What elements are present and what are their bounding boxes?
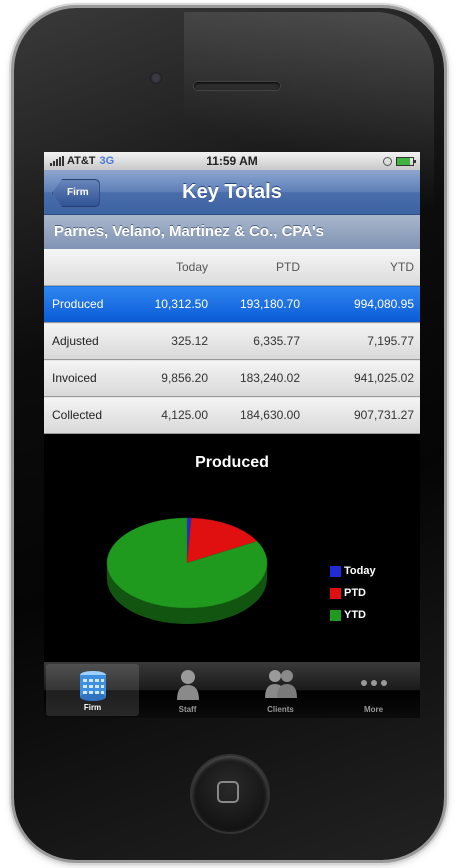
legend-label: Today: [344, 565, 376, 577]
table-header-row: Today PTD YTD: [44, 249, 420, 286]
tab-label: Staff: [178, 705, 197, 714]
database-icon: [79, 671, 106, 701]
cell-ptd: 193,180.70: [214, 285, 306, 323]
legend-swatch-ptd: [330, 587, 341, 599]
table-row-invoiced[interactable]: Invoiced 9,856.20 183,240.02 941,025.02: [44, 359, 420, 397]
group-icon: [264, 670, 297, 698]
cell-ptd: 6,335.77: [214, 322, 306, 360]
cell-today: 4,125.00: [134, 396, 214, 434]
tab-label: Firm: [83, 703, 102, 712]
table-row-collected[interactable]: Collected 4,125.00 184,630.00 907,731.27: [44, 396, 420, 434]
cell-ptd: 183,240.02: [214, 359, 306, 397]
cell-today: 10,312.50: [134, 285, 214, 323]
navigation-bar: Firm Key Totals: [44, 170, 420, 215]
legend-swatch-ytd: [330, 609, 341, 621]
status-time: 11:59 AM: [206, 154, 258, 168]
legend-item-today: Today: [330, 560, 376, 582]
battery-icon: [396, 156, 416, 166]
tab-label: Clients: [267, 705, 294, 714]
column-header-today: Today: [134, 249, 214, 286]
home-square-icon: [217, 781, 239, 803]
cell-ptd: 184,630.00: [214, 396, 306, 434]
cell-ytd: 994,080.95: [306, 285, 420, 323]
column-header-ptd: PTD: [214, 249, 306, 286]
tab-more[interactable]: More: [327, 662, 420, 718]
cell-ytd: 907,731.27: [306, 396, 420, 434]
pie-chart: [106, 517, 268, 624]
tab-label: More: [363, 705, 384, 714]
legend-item-ytd: YTD: [330, 604, 376, 626]
tab-bar: Firm Staff Clients More: [44, 662, 420, 718]
tab-clients[interactable]: Clients: [234, 662, 327, 718]
cell-ytd: 941,025.02: [306, 359, 420, 397]
row-label: Adjusted: [44, 322, 134, 360]
pie-chart-panel: Produced Today PTD YTD: [44, 448, 420, 662]
column-header-ytd: YTD: [306, 249, 420, 286]
tab-firm[interactable]: Firm: [46, 664, 139, 716]
legend-item-ptd: PTD: [330, 582, 376, 604]
ellipsis-icon: [360, 680, 387, 686]
page-title: Key Totals: [182, 181, 282, 203]
person-icon: [176, 670, 199, 700]
row-label: Invoiced: [44, 359, 134, 397]
legend-swatch-today: [330, 565, 341, 577]
firm-name-header: Parnes, Velano, Martinez & Co., CPA's: [44, 215, 420, 249]
chart-legend: Today PTD YTD: [330, 560, 376, 626]
cell-today: 325.12: [134, 322, 214, 360]
legend-label: PTD: [344, 587, 366, 599]
alarm-icon: [383, 156, 392, 166]
cell-today: 9,856.20: [134, 359, 214, 397]
legend-label: YTD: [344, 609, 366, 621]
tab-staff[interactable]: Staff: [141, 662, 234, 718]
home-button[interactable]: [192, 756, 268, 832]
status-bar: AT&T 3G 11:59 AM: [44, 152, 420, 170]
totals-table: Today PTD YTD Produced 10,312.50 193,180…: [44, 249, 420, 434]
cell-ytd: 7,195.77: [306, 322, 420, 360]
row-label: Collected: [44, 396, 134, 434]
table-row-adjusted[interactable]: Adjusted 325.12 6,335.77 7,195.77: [44, 322, 420, 360]
table-row-produced[interactable]: Produced 10,312.50 193,180.70 994,080.95: [44, 285, 420, 323]
front-camera: [150, 72, 162, 84]
phone-screen: AT&T 3G 11:59 AM Firm Key Totals Parnes,…: [44, 152, 420, 718]
row-label: Produced: [44, 285, 134, 323]
earpiece-speaker: [194, 82, 280, 90]
column-header: [44, 249, 134, 286]
